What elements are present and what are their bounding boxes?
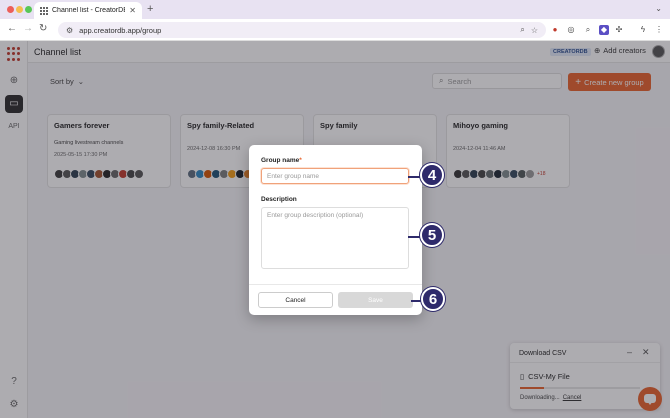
reload-icon[interactable]: ↻ bbox=[39, 23, 47, 34]
bookmark-star-icon[interactable]: ☆ bbox=[531, 26, 538, 35]
tab-title: Channel list - CreatorDB bbox=[52, 7, 126, 14]
group-name-input[interactable] bbox=[261, 168, 409, 184]
description-label: Description bbox=[261, 196, 297, 203]
minimize-window-button[interactable] bbox=[16, 6, 23, 13]
close-window-button[interactable] bbox=[7, 6, 14, 13]
modal-divider bbox=[249, 284, 422, 285]
omnibox[interactable]: ⚙ app.creatordb.app/group ⌕ ☆ bbox=[58, 22, 546, 38]
browser-tab[interactable]: Channel list - CreatorDB ✕ bbox=[34, 2, 142, 19]
site-info-icon[interactable]: ⚙ bbox=[66, 26, 73, 35]
maximize-window-button[interactable] bbox=[25, 6, 32, 13]
step-4-badge: 4 bbox=[420, 163, 444, 187]
extension-badge-icon[interactable]: ◆ bbox=[599, 25, 609, 35]
browser-address-bar: ← → ↻ ⚙ app.creatordb.app/group ⌕ ☆ ● ◎ … bbox=[0, 19, 670, 41]
url-text[interactable]: app.creatordb.app/group bbox=[79, 26, 514, 35]
creatordb-favicon-icon bbox=[40, 6, 48, 15]
browser-tab-bar: Channel list - CreatorDB ✕ + ⌄ bbox=[0, 0, 670, 19]
tab-close-icon[interactable]: ✕ bbox=[129, 6, 136, 15]
required-mark: * bbox=[299, 157, 302, 164]
step-5-connector bbox=[408, 236, 420, 238]
step-4-connector bbox=[408, 176, 420, 178]
extension-search-icon[interactable]: ⌕ bbox=[583, 25, 593, 35]
zoom-icon[interactable]: ⌕ bbox=[520, 25, 524, 35]
cancel-button[interactable]: Cancel bbox=[258, 292, 333, 308]
extension-record-icon[interactable]: ● bbox=[550, 25, 560, 35]
step-5-badge: 5 bbox=[420, 223, 444, 247]
extension-bolt-icon[interactable]: ϟ bbox=[638, 25, 648, 35]
new-tab-button[interactable]: + bbox=[147, 3, 153, 15]
extension-whatsapp-icon[interactable]: ◎ bbox=[566, 25, 576, 35]
step-6-badge: 6 bbox=[421, 287, 445, 311]
group-name-label: Group name* bbox=[261, 157, 302, 164]
back-arrow-icon[interactable]: ← bbox=[7, 23, 17, 34]
description-textarea[interactable] bbox=[261, 207, 409, 269]
save-button[interactable]: Save bbox=[338, 292, 413, 308]
tab-menu-chevron-icon[interactable]: ⌄ bbox=[655, 4, 662, 13]
create-group-modal: Group name* Description Cancel Save bbox=[249, 145, 422, 315]
browser-menu-icon[interactable]: ⋮ bbox=[654, 25, 664, 35]
step-6-connector bbox=[411, 300, 421, 302]
forward-arrow-icon[interactable]: → bbox=[23, 23, 33, 34]
extensions-puzzle-icon[interactable]: ✣ bbox=[614, 25, 624, 35]
